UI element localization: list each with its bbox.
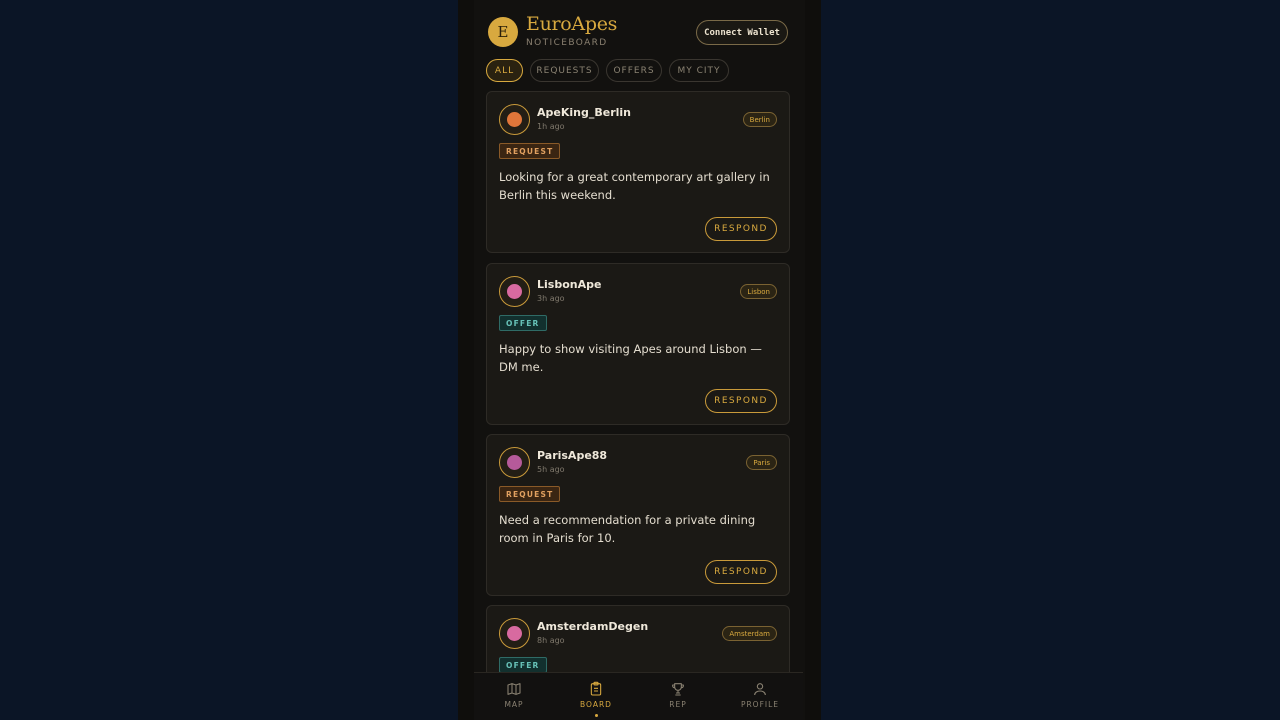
nav-label: MAP bbox=[504, 700, 524, 709]
post-body: Looking for a great contemporary art gal… bbox=[499, 170, 770, 202]
nav-profile[interactable]: PROFILE bbox=[730, 681, 790, 709]
avatar[interactable] bbox=[499, 104, 530, 135]
filter-requests[interactable]: REQUESTS bbox=[530, 59, 599, 82]
post-body: Happy to show visiting Apes around Lisbo… bbox=[499, 342, 762, 374]
city-badge: Lisbon bbox=[740, 284, 777, 299]
nav-label: REP bbox=[669, 700, 687, 709]
ape-avatar-icon bbox=[507, 112, 522, 127]
post-type-badge: OFFER bbox=[499, 315, 547, 331]
post-card: ApeKing_Berlin 1h ago Berlin REQUEST Loo… bbox=[486, 91, 790, 253]
respond-button[interactable]: RESPOND bbox=[705, 560, 777, 584]
post-time: 5h ago bbox=[537, 465, 565, 474]
ape-avatar-icon bbox=[507, 284, 522, 299]
user-icon bbox=[754, 683, 766, 696]
city-badge: Paris bbox=[746, 455, 777, 470]
map-icon bbox=[507, 683, 521, 695]
post-time: 8h ago bbox=[537, 636, 565, 645]
avatar[interactable] bbox=[499, 276, 530, 307]
trophy-icon bbox=[672, 683, 684, 696]
post-username[interactable]: LisbonApe bbox=[537, 278, 601, 291]
post-type-badge: REQUEST bbox=[499, 486, 561, 502]
nav-label: BOARD bbox=[580, 700, 612, 709]
nav-map[interactable]: MAP bbox=[484, 681, 544, 709]
avatar[interactable] bbox=[499, 447, 530, 478]
post-type-badge: OFFER bbox=[499, 657, 547, 673]
post-time: 1h ago bbox=[537, 122, 565, 131]
ape-avatar-icon bbox=[507, 455, 522, 470]
filter-offers[interactable]: OFFERS bbox=[606, 59, 662, 82]
avatar[interactable] bbox=[499, 618, 530, 649]
nav-label: PROFILE bbox=[740, 700, 780, 709]
respond-button[interactable]: RESPOND bbox=[705, 217, 777, 241]
app-title: EuroApes bbox=[526, 13, 618, 35]
city-badge: Berlin bbox=[742, 112, 777, 127]
clipboard-icon bbox=[590, 681, 602, 696]
app-subtitle: NOTICEBOARD bbox=[526, 38, 608, 48]
nav-rep[interactable]: REP bbox=[648, 681, 708, 709]
respond-button[interactable]: RESPOND bbox=[705, 389, 777, 413]
active-indicator bbox=[594, 714, 598, 717]
bottom-nav: MAP BOARD REP PROFILE bbox=[474, 672, 803, 720]
logo-badge: E bbox=[488, 17, 518, 47]
filter-all[interactable]: ALL bbox=[486, 59, 523, 82]
post-time: 3h ago bbox=[537, 294, 565, 303]
connect-wallet-button[interactable]: Connect Wallet bbox=[696, 20, 788, 45]
post-username[interactable]: ParisApe88 bbox=[537, 449, 607, 462]
city-badge: Amsterdam bbox=[722, 626, 777, 641]
post-type-badge: REQUEST bbox=[499, 143, 561, 159]
post-username[interactable]: AmsterdamDegen bbox=[537, 620, 648, 633]
nav-board[interactable]: BOARD bbox=[566, 681, 626, 717]
ape-avatar-icon bbox=[507, 626, 522, 641]
post-card: LisbonApe 3h ago Lisbon OFFER Happy to s… bbox=[486, 263, 790, 425]
filter-my-city[interactable]: MY CITY bbox=[669, 59, 729, 82]
post-card: ParisApe88 5h ago Paris REQUEST Need a r… bbox=[486, 434, 790, 596]
post-username[interactable]: ApeKing_Berlin bbox=[537, 106, 631, 119]
post-body: Need a recommendation for a private dini… bbox=[499, 513, 756, 545]
